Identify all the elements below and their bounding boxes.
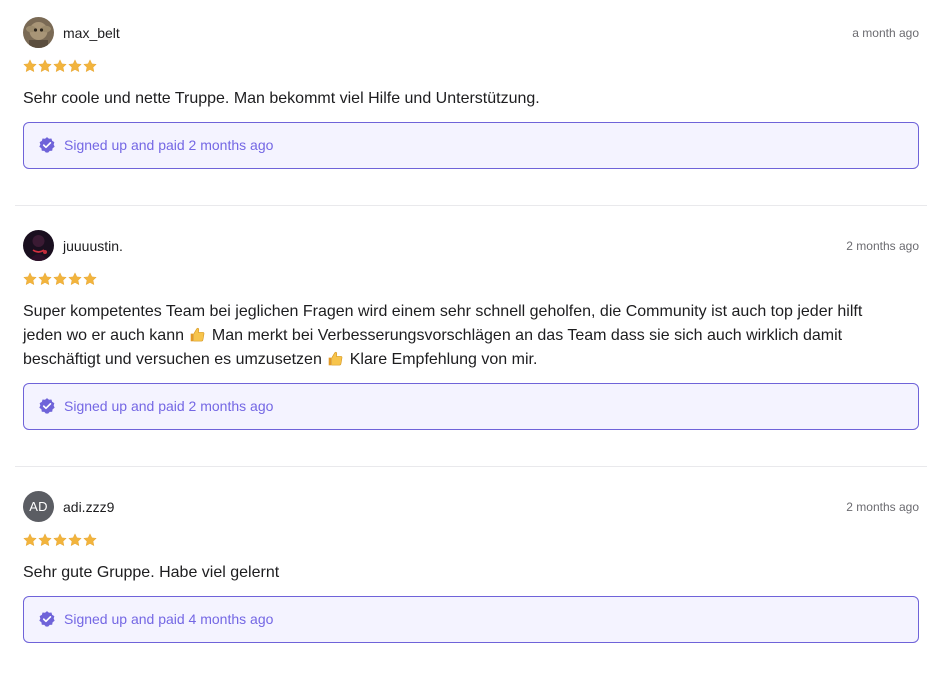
verified-label: Signed up and paid 2 months ago — [64, 137, 274, 153]
thumbs-up-icon — [327, 350, 344, 367]
verified-label: Signed up and paid 2 months ago — [64, 398, 274, 414]
verified-purchase-badge: Signed up and paid 2 months ago — [23, 383, 919, 430]
star-icon — [83, 59, 97, 72]
review-card: AD adi.zzz9 2 months ago Sehr gute Grupp… — [15, 491, 927, 651]
star-rating — [23, 533, 97, 547]
review-divider — [15, 466, 927, 467]
review-card: juuuustin. 2 months ago Super kompetente… — [15, 230, 927, 450]
star-icon — [23, 533, 37, 546]
review-text-part: Klare Empfehlung von mir. — [345, 351, 538, 368]
avatar[interactable] — [23, 230, 54, 261]
review-header: AD adi.zzz9 2 months ago — [23, 491, 919, 523]
verified-purchase-badge: Signed up and paid 4 months ago — [23, 596, 919, 643]
verified-check-icon — [38, 610, 56, 628]
star-icon — [38, 59, 52, 72]
star-icon — [23, 59, 37, 72]
star-rating — [23, 272, 97, 286]
review-header: juuuustin. 2 months ago — [23, 230, 919, 262]
star-icon — [53, 59, 67, 72]
review-time: a month ago — [852, 26, 919, 40]
star-icon — [38, 272, 52, 285]
avatar-photo-icon — [23, 17, 54, 48]
star-icon — [68, 59, 82, 72]
username[interactable]: adi.zzz9 — [63, 499, 114, 515]
star-icon — [38, 533, 52, 546]
star-icon — [23, 272, 37, 285]
username[interactable]: juuuustin. — [63, 238, 123, 254]
thumbs-up-icon — [189, 326, 206, 343]
avatar[interactable] — [23, 17, 54, 48]
review-text: Sehr coole und nette Truppe. Man bekommt… — [23, 90, 540, 107]
star-icon — [68, 533, 82, 546]
verified-label: Signed up and paid 4 months ago — [64, 611, 274, 627]
verified-purchase-badge: Signed up and paid 2 months ago — [23, 122, 919, 169]
star-icon — [83, 272, 97, 285]
review-time: 2 months ago — [846, 239, 919, 253]
review-header: max_belt a month ago — [23, 17, 919, 49]
star-rating — [23, 59, 97, 73]
verified-check-icon — [38, 397, 56, 415]
review-text: Super kompetentes Team bei jeglichen Fra… — [23, 300, 903, 372]
avatar[interactable]: AD — [23, 491, 54, 522]
review-time: 2 months ago — [846, 500, 919, 514]
avatar-photo-icon — [23, 230, 54, 261]
review-card: max_belt a month ago Sehr coole und nett… — [15, 17, 927, 187]
star-icon — [53, 533, 67, 546]
star-icon — [68, 272, 82, 285]
star-icon — [53, 272, 67, 285]
star-icon — [83, 533, 97, 546]
review-divider — [15, 205, 927, 206]
review-text: Sehr gute Gruppe. Habe viel gelernt — [23, 564, 280, 581]
verified-check-icon — [38, 136, 56, 154]
username[interactable]: max_belt — [63, 25, 120, 41]
